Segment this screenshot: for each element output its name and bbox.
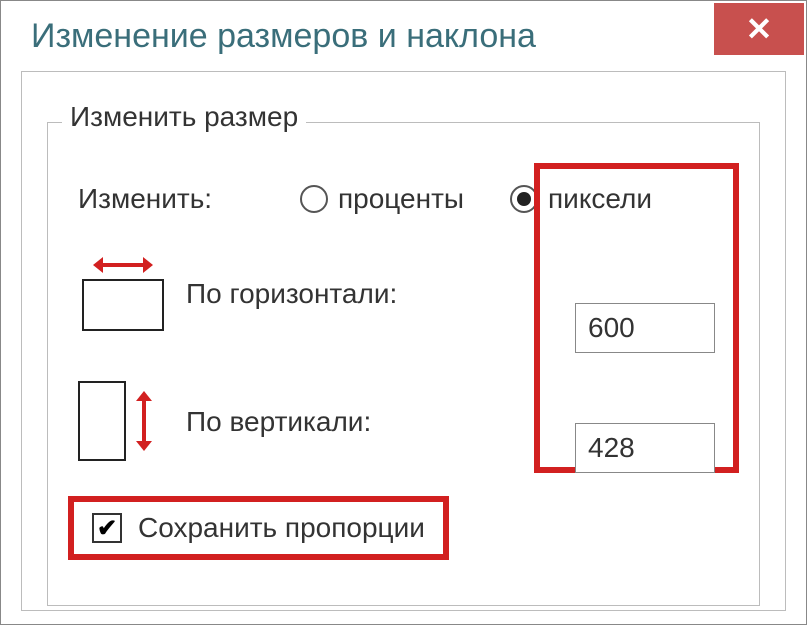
arrow-horizontal-icon: [93, 255, 153, 275]
horizontal-input[interactable]: [575, 303, 715, 353]
horizontal-label: По горизонтали:: [186, 276, 416, 311]
window-title: Изменение размеров и наклона: [31, 17, 536, 56]
arrow-vertical-icon: [134, 391, 154, 451]
keep-proportions-label: Сохранить пропорции: [138, 512, 425, 544]
vertical-input[interactable]: [575, 423, 715, 473]
checkbox-icon: ✔: [92, 513, 122, 543]
radio-icon: [300, 185, 328, 213]
highlight-keep-proportions: ✔ Сохранить пропорции: [68, 496, 449, 560]
close-button[interactable]: ✕: [714, 3, 804, 55]
radio-percent[interactable]: проценты: [300, 183, 464, 215]
keep-proportions-checkbox[interactable]: ✔ Сохранить пропорции: [92, 512, 425, 544]
rect-tall-icon: [78, 381, 126, 461]
horizontal-icon: [78, 255, 168, 331]
titlebar: Изменение размеров и наклона ✕: [1, 1, 806, 71]
change-label: Изменить:: [78, 183, 268, 215]
resize-group: Изменить размер Изменить: проценты пиксе…: [47, 122, 760, 606]
resize-legend: Изменить размер: [62, 101, 306, 133]
close-icon: ✕: [746, 10, 773, 48]
vertical-icon: [78, 381, 168, 461]
vertical-label: По вертикали:: [186, 404, 416, 439]
dialog-window: Изменение размеров и наклона ✕ Изменить …: [0, 0, 807, 625]
radio-percent-label: проценты: [338, 183, 464, 215]
dialog-body: Изменить размер Изменить: проценты пиксе…: [21, 71, 786, 611]
rect-wide-icon: [82, 279, 164, 331]
